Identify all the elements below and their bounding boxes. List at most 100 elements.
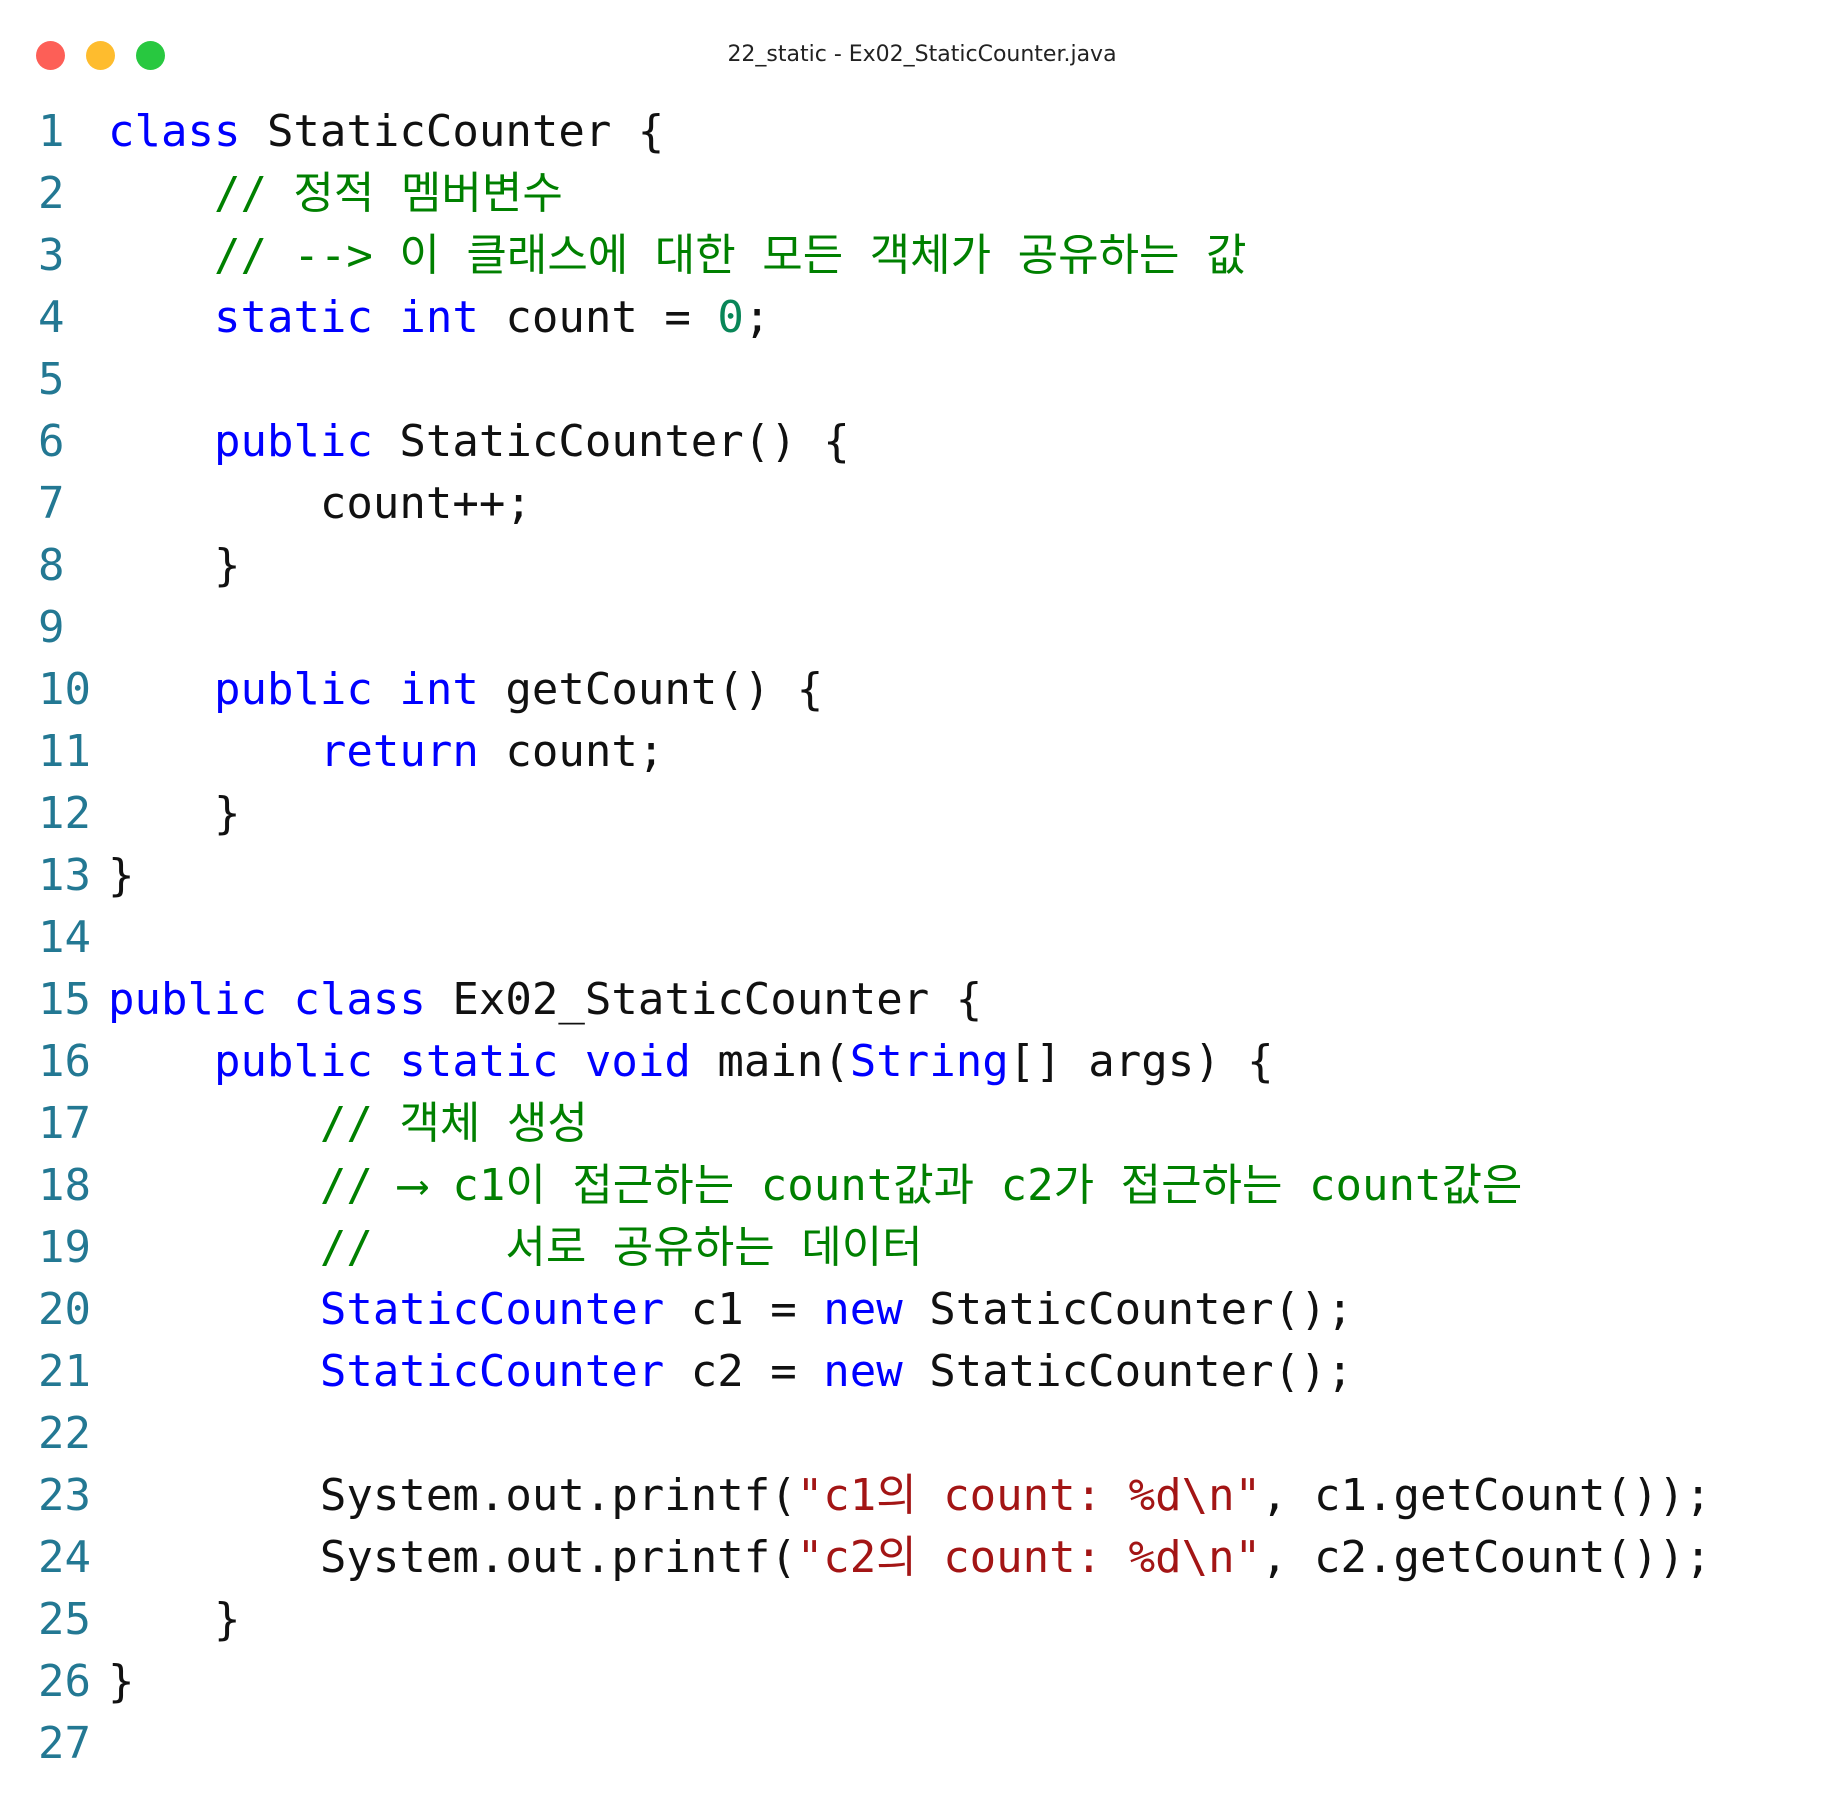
line-number: 12	[38, 788, 91, 839]
code-text: }	[108, 1589, 241, 1651]
code-token: }	[108, 850, 135, 901]
code-token: getCount() {	[478, 664, 824, 715]
code-line[interactable]: 2 // 정적 멤버변수	[0, 163, 1844, 225]
code-text: public StaticCounter() {	[108, 411, 850, 473]
code-token: public	[213, 664, 373, 715]
window-title: 22_static - Ex02_StaticCounter.java	[727, 42, 1117, 67]
code-line[interactable]: 7 count++;	[0, 473, 1844, 535]
code-token: // 정적 멤버변수	[108, 168, 563, 219]
code-line[interactable]: 17 // 객체 생성	[0, 1093, 1844, 1155]
code-text: StaticCounter c2 = new StaticCounter();	[108, 1341, 1353, 1403]
code-token: ;	[743, 292, 771, 343]
line-number: 16	[38, 1036, 91, 1087]
line-number: 6	[38, 416, 65, 467]
line-number: 3	[38, 230, 65, 281]
code-token: System.out.printf(	[108, 1470, 797, 1521]
code-line[interactable]: 3 // --> 이 클래스에 대한 모든 객체가 공유하는 값	[0, 225, 1844, 287]
code-line[interactable]: 5	[0, 349, 1844, 411]
code-line[interactable]: 6 public StaticCounter() {	[0, 411, 1844, 473]
code-line[interactable]: 23 System.out.printf("c1의 count: %d\n", …	[0, 1465, 1844, 1527]
code-text: // --> 이 클래스에 대한 모든 객체가 공유하는 값	[108, 225, 1247, 287]
code-token: }	[108, 788, 241, 839]
code-token: main(	[690, 1036, 850, 1087]
code-token: c1 =	[664, 1284, 824, 1335]
code-token: StaticCounter();	[902, 1346, 1354, 1397]
code-text: System.out.printf("c2의 count: %d\n", c2.…	[108, 1527, 1712, 1589]
code-line[interactable]: 26}	[0, 1651, 1844, 1713]
line-number: 14	[38, 912, 91, 963]
code-line[interactable]: 9	[0, 597, 1844, 659]
code-line[interactable]: 24 System.out.printf("c2의 count: %d\n", …	[0, 1527, 1844, 1589]
code-line[interactable]: 22	[0, 1403, 1844, 1465]
code-text: // 정적 멤버변수	[108, 163, 563, 225]
line-number: 5	[38, 354, 65, 405]
code-text: public class Ex02_StaticCounter {	[108, 969, 982, 1031]
code-text: class StaticCounter {	[108, 101, 664, 163]
line-number: 22	[38, 1408, 91, 1459]
code-line[interactable]: 25 }	[0, 1589, 1844, 1651]
line-number: 24	[38, 1532, 91, 1583]
line-number: 23	[38, 1470, 91, 1521]
line-number: 2	[38, 168, 65, 219]
line-number: 1	[38, 106, 65, 157]
code-line[interactable]: 20 StaticCounter c1 = new StaticCounter(…	[0, 1279, 1844, 1341]
code-token: int	[399, 292, 479, 343]
code-text: System.out.printf("c1의 count: %d\n", c1.…	[108, 1465, 1712, 1527]
code-line[interactable]: 14	[0, 907, 1844, 969]
code-text: StaticCounter c1 = new StaticCounter();	[108, 1279, 1353, 1341]
code-token: static	[399, 1036, 559, 1087]
code-text: public static void main(String[] args) {	[108, 1031, 1274, 1093]
code-token: c2 =	[664, 1346, 824, 1397]
code-text: }	[108, 535, 241, 597]
title-bar: 22_static - Ex02_StaticCounter.java	[0, 0, 1844, 100]
code-token: StaticCounter {	[240, 106, 665, 157]
code-line[interactable]: 11 return count;	[0, 721, 1844, 783]
code-text: return count;	[108, 721, 664, 783]
code-line[interactable]: 4 static int count = 0;	[0, 287, 1844, 349]
code-token: }	[108, 1594, 241, 1645]
code-line[interactable]: 15 public class Ex02_StaticCounter {	[0, 969, 1844, 1031]
code-token: // 서로 공유하는 데이터	[108, 1222, 923, 1273]
code-line[interactable]: 1 class StaticCounter {	[0, 101, 1844, 163]
code-text: count++;	[108, 473, 532, 535]
code-line[interactable]: 8 }	[0, 535, 1844, 597]
code-token: // --> 이 클래스에 대한 모든 객체가 공유하는 값	[108, 230, 1247, 281]
code-token: return	[319, 726, 479, 777]
line-number: 4	[38, 292, 65, 343]
code-token: [] args) {	[1008, 1036, 1274, 1087]
code-token: count;	[478, 726, 665, 777]
line-number: 10	[38, 664, 91, 715]
code-line[interactable]: 27	[0, 1713, 1844, 1775]
code-window: 22_static - Ex02_StaticCounter.java 1 cla…	[0, 0, 1844, 1810]
code-token: System.out.printf(	[108, 1532, 797, 1583]
code-line[interactable]: 21 StaticCounter c2 = new StaticCounter(…	[0, 1341, 1844, 1403]
code-token: "c2의 count: %d\n"	[796, 1532, 1262, 1583]
code-line[interactable]: 19 // 서로 공유하는 데이터	[0, 1217, 1844, 1279]
code-token: new	[823, 1346, 903, 1397]
code-text: // 서로 공유하는 데이터	[108, 1217, 923, 1279]
code-text: }	[108, 1651, 135, 1713]
code-token: StaticCounter	[319, 1284, 665, 1335]
code-editor[interactable]: 1 class StaticCounter {2 // 정적 멤버변수 3 // -…	[0, 101, 1844, 1775]
code-text: }	[108, 845, 135, 907]
code-token: public	[213, 1036, 373, 1087]
code-line[interactable]: 13}	[0, 845, 1844, 907]
line-number: 9	[38, 602, 65, 653]
code-line[interactable]: 12 }	[0, 783, 1844, 845]
code-token: Ex02_StaticCounter {	[425, 974, 983, 1025]
code-line[interactable]: 16 public static void main(String[] args…	[0, 1031, 1844, 1093]
code-token: 0	[717, 292, 744, 343]
code-token: , c1.getCount());	[1261, 1470, 1712, 1521]
line-number: 11	[38, 726, 91, 777]
code-token: // ⟶ c1이 접근하는 count값과 c2가 접근하는 count값은	[108, 1160, 1523, 1211]
code-text: }	[108, 783, 241, 845]
code-line[interactable]: 10 public int getCount() {	[0, 659, 1844, 721]
line-number: 18	[38, 1160, 91, 1211]
code-line[interactable]: 18 // ⟶ c1이 접근하는 count값과 c2가 접근하는 count값…	[0, 1155, 1844, 1217]
code-text: // 객체 생성	[108, 1093, 588, 1155]
